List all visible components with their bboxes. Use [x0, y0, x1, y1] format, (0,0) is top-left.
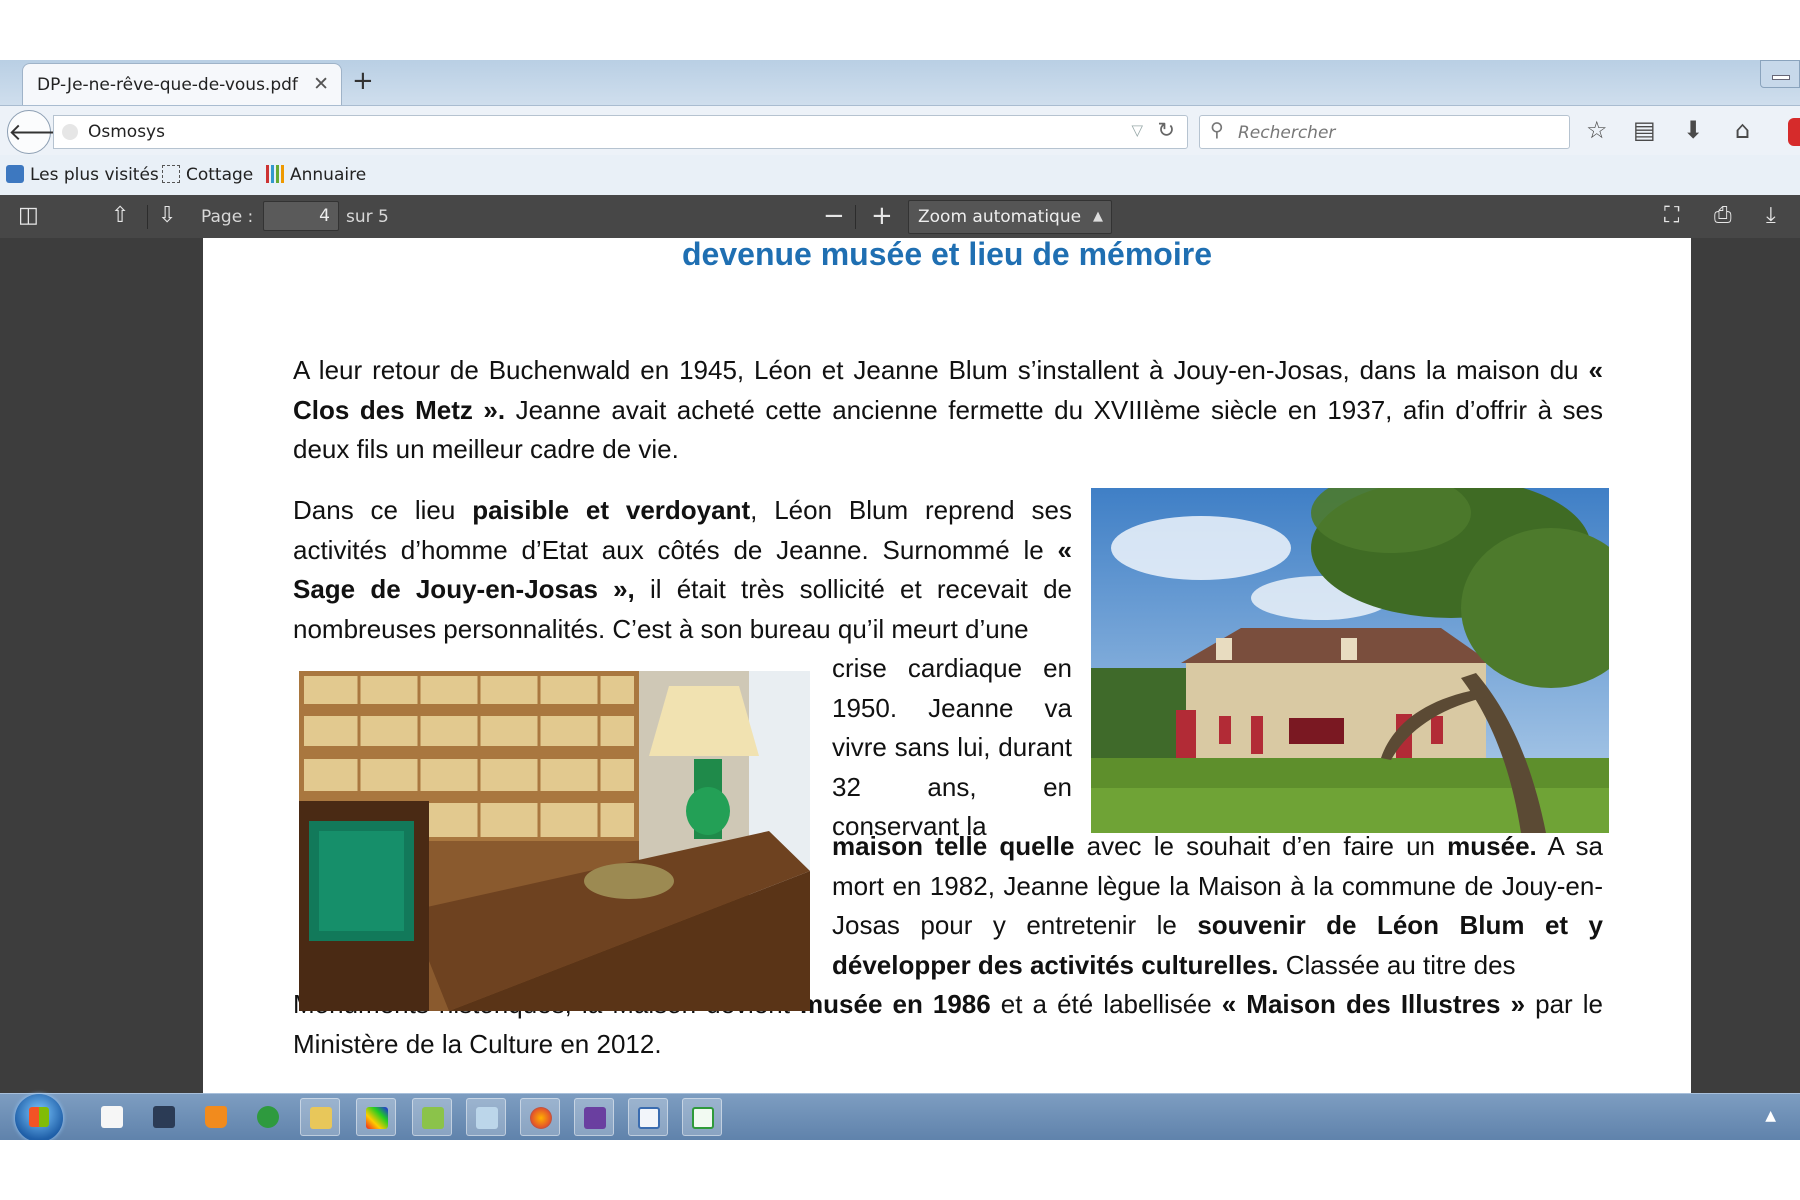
zoom-out-icon[interactable]: − [823, 203, 845, 229]
navigation-bar: 🡐 Osmosys ▽ ↻ ⚲ Rechercher ☆ ▤ ⬇ ⌂ [0, 105, 1800, 156]
app-icon [422, 1107, 444, 1129]
zoom-select-value: Zoom automatique [918, 207, 1082, 227]
url-dropdown-icon[interactable]: ▽ [1131, 121, 1143, 139]
tab-pdf[interactable]: DP-Je-ne-rêve-que-de-vous.pdf ✕ [22, 63, 342, 106]
document-icon [101, 1106, 123, 1128]
cottage-icon [162, 165, 180, 183]
fullscreen-icon[interactable]: ⛶ [1664, 203, 1679, 229]
new-tab-button[interactable]: + [352, 68, 374, 94]
sidebar-toggle-icon[interactable]: ◫ [18, 203, 39, 229]
search-icon: ⚲ [1210, 119, 1224, 141]
pdf-viewer[interactable]: devenue musée et lieu de mémoire A leur … [0, 236, 1800, 1138]
paragraph-4: maison telle quelle avec le souhait d’en… [832, 831, 1604, 980]
search-bar[interactable]: ⚲ Rechercher [1199, 115, 1570, 149]
previous-page-icon[interactable]: ⇧ [111, 203, 129, 229]
search-placeholder: Rechercher [1238, 123, 1336, 143]
house-photo [1091, 488, 1609, 833]
minimize-icon [1772, 75, 1790, 80]
annuaire-icon [266, 165, 284, 183]
minimize-button[interactable] [1760, 60, 1800, 88]
taskbar-calc[interactable] [682, 1098, 722, 1136]
print-icon[interactable]: ⎙ [1714, 203, 1732, 229]
app-icon [476, 1107, 498, 1129]
divider [855, 205, 856, 229]
zoom-in-icon[interactable]: + [871, 203, 893, 229]
app-icon [366, 1107, 388, 1129]
zoom-select[interactable]: Zoom automatique ▲▼ [908, 200, 1112, 256]
browser-window: DP-Je-ne-rêve-que-de-vous.pdf ✕ + 🡐 Osmo… [0, 60, 1800, 1140]
vlc-icon [205, 1106, 227, 1128]
tab-strip: DP-Je-ne-rêve-que-de-vous.pdf ✕ + [0, 60, 1800, 106]
app-icon [584, 1107, 606, 1129]
save-download-icon[interactable]: ⤓ [1766, 203, 1776, 229]
tab-title: DP-Je-ne-rêve-que-de-vous.pdf [37, 75, 298, 95]
next-page-icon[interactable]: ⇩ [158, 203, 176, 229]
pdf-page: devenue musée et lieu de mémoire A leur … [203, 236, 1691, 1138]
reload-icon[interactable]: ↻ [1157, 118, 1175, 142]
site-identity-icon[interactable] [62, 124, 78, 140]
office-photo-drawing [299, 671, 810, 1011]
paragraph-3: crise cardiaque en 1950. Jeanne va vivre… [832, 653, 1072, 841]
paragraph-1: A leur retour de Buchenwald en 1945, Léo… [293, 355, 1603, 464]
taskbar-vlc[interactable] [196, 1098, 236, 1136]
taskbar-firefox[interactable] [520, 1098, 560, 1136]
reading-list-icon[interactable]: ▤ [1633, 116, 1656, 144]
bookmark-most-visited[interactable]: Les plus visités [6, 165, 159, 185]
windows-taskbar: ▲ [0, 1093, 1800, 1140]
taskbar-app-7[interactable] [412, 1098, 452, 1136]
taskbar-notepad[interactable] [92, 1098, 132, 1136]
back-button[interactable]: 🡐 [7, 110, 72, 154]
writer-icon [638, 1107, 660, 1129]
page-total: sur 5 [346, 207, 389, 227]
bookmark-cottage[interactable]: Cottage [162, 165, 253, 185]
taskbar-app-10[interactable] [574, 1098, 614, 1136]
bookmark-star-icon[interactable]: ☆ [1586, 116, 1608, 144]
bookmarks-toolbar: Les plus visités Cottage Annuaire [0, 155, 1800, 195]
page-number-input[interactable]: 4 [263, 201, 339, 231]
most-visited-icon [6, 165, 24, 183]
start-button[interactable] [15, 1094, 63, 1140]
adblock-icon[interactable] [1788, 118, 1800, 146]
taskbar-explorer[interactable] [300, 1098, 340, 1136]
taskbar-app-2[interactable] [144, 1098, 184, 1136]
calc-icon [692, 1107, 714, 1129]
page-label: Page : [201, 207, 254, 227]
tab-close-icon[interactable]: ✕ [313, 73, 329, 95]
divider [147, 205, 148, 229]
house-photo-drawing [1091, 488, 1609, 833]
tray-expand-icon[interactable]: ▲ [1765, 1108, 1776, 1124]
taskbar-app-6[interactable] [356, 1098, 396, 1136]
taskbar-app-8[interactable] [466, 1098, 506, 1136]
firefox-icon [530, 1107, 552, 1129]
url-bar[interactable]: Osmosys ▽ ↻ [53, 115, 1188, 149]
home-icon[interactable]: ⌂ [1735, 116, 1750, 144]
app-icon [257, 1106, 279, 1128]
bookmark-annuaire[interactable]: Annuaire [266, 165, 366, 185]
app-icon [153, 1106, 175, 1128]
download-icon[interactable]: ⬇ [1683, 116, 1703, 144]
page-heading: devenue musée et lieu de mémoire [682, 236, 1212, 272]
folder-icon [310, 1107, 332, 1129]
taskbar-writer[interactable] [628, 1098, 668, 1136]
office-photo [299, 671, 810, 1011]
windows-logo-icon [29, 1107, 49, 1127]
url-text: Osmosys [88, 122, 165, 142]
paragraph-2: Dans ce lieu paisible et verdoyant, Léon… [293, 495, 1073, 644]
taskbar-app-4[interactable] [248, 1098, 288, 1136]
